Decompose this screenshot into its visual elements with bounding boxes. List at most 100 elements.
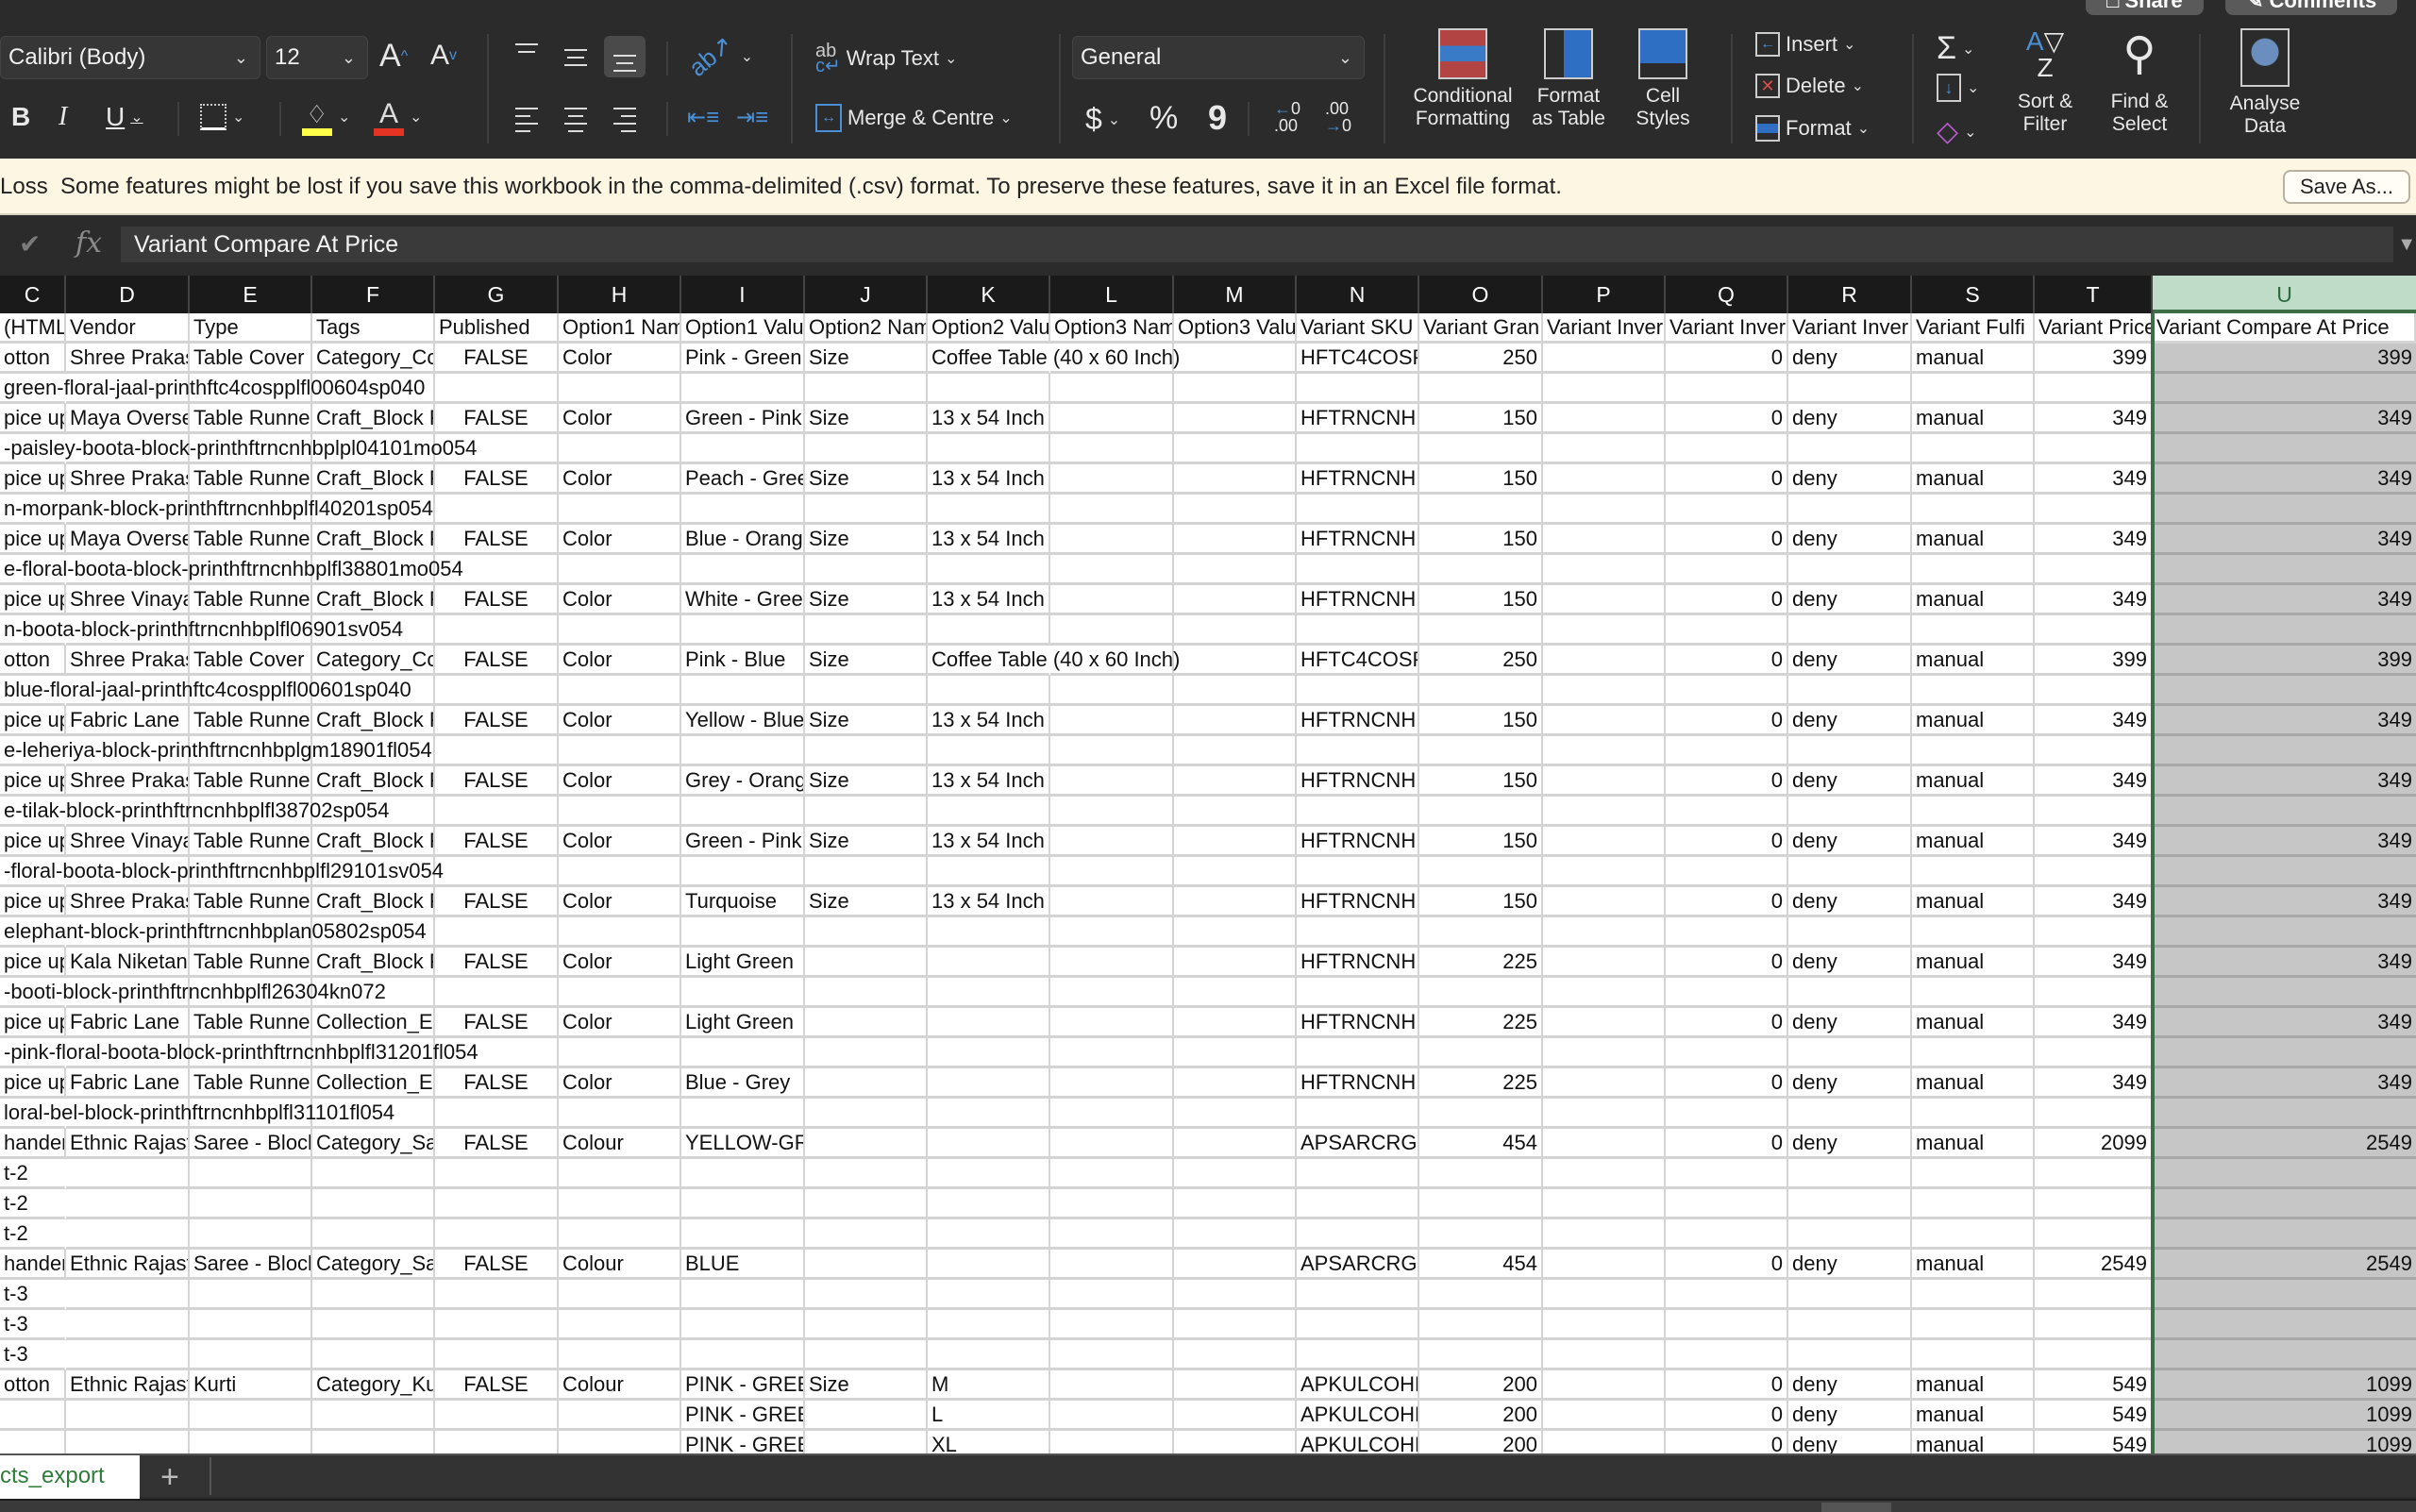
cell-r6[interactable]: deny [1788, 464, 1912, 495]
decrease-decimal-button[interactable]: .00 →0 [1325, 100, 1351, 134]
cell-s20[interactable]: manual [1912, 887, 2035, 917]
cell-t10[interactable]: 349 [2035, 585, 2153, 615]
align-middle-button[interactable] [555, 36, 596, 77]
wrap-text-button[interactable]: ab c↵ Wrap Text ⌄ [815, 42, 957, 76]
cell-n18[interactable]: HFTRNCNHB [1297, 827, 1419, 857]
cell-u28[interactable]: 2549 [2153, 1129, 2416, 1159]
cell-e26[interactable]: Table Runne [190, 1068, 312, 1099]
cell-f14[interactable]: Craft_Block F [312, 706, 435, 736]
cell-h6[interactable]: Color [559, 464, 681, 495]
cell-c2[interactable]: otton [0, 344, 66, 374]
percent-button[interactable]: % [1149, 100, 1178, 137]
cell-q34[interactable] [1666, 1310, 1788, 1340]
cell-u25[interactable] [2153, 1038, 2416, 1068]
cell-n2[interactable]: HFTC4COSPP [1297, 344, 1419, 374]
cell-k15[interactable] [928, 736, 1050, 766]
cell-f30[interactable] [312, 1189, 435, 1219]
cell-h8[interactable]: Color [559, 525, 681, 555]
cell-f34[interactable] [312, 1310, 435, 1340]
cell-l32[interactable] [1050, 1250, 1174, 1280]
cell-p23[interactable] [1543, 978, 1666, 1008]
cell-c25[interactable]: -pink-floral-boota-block-printhftrncnhbp… [0, 1038, 478, 1068]
cell-o11[interactable] [1419, 615, 1543, 646]
column-header-g[interactable]: G [435, 276, 559, 313]
cell-m21[interactable] [1174, 917, 1297, 948]
cell-i35[interactable] [681, 1340, 805, 1370]
cell-j2[interactable]: Size [805, 344, 928, 374]
cell-o12[interactable]: 250 [1419, 646, 1543, 676]
cell-n22[interactable]: HFTRNCNHB [1297, 948, 1419, 978]
cell-g13[interactable] [435, 676, 559, 706]
add-sheet-button[interactable]: + [160, 1459, 179, 1496]
cell-m16[interactable] [1174, 766, 1297, 797]
cell-m9[interactable] [1174, 555, 1297, 585]
cell-e29[interactable] [190, 1159, 312, 1189]
cell-d29[interactable] [66, 1159, 190, 1189]
cell-c7[interactable]: n-morpank-block-printhftrncnhbplfl40201s… [0, 495, 433, 525]
number-format-dropdown[interactable]: General ⌄ [1072, 36, 1365, 79]
cell-e22[interactable]: Table Runne [190, 948, 312, 978]
cell-q4[interactable]: 0 [1666, 404, 1788, 434]
cell-d18[interactable]: Shree Vinaya [66, 827, 190, 857]
cell-s2[interactable]: manual [1912, 344, 2035, 374]
cell-q30[interactable] [1666, 1189, 1788, 1219]
column-header-m[interactable]: M [1174, 276, 1297, 313]
cell-o10[interactable]: 150 [1419, 585, 1543, 615]
cell-r18[interactable]: deny [1788, 827, 1912, 857]
cell-t38[interactable]: 549 [2035, 1431, 2153, 1453]
cell-s6[interactable]: manual [1912, 464, 2035, 495]
cell-l29[interactable] [1050, 1159, 1174, 1189]
cell-q18[interactable]: 0 [1666, 827, 1788, 857]
cell-n29[interactable] [1297, 1159, 1419, 1189]
cell-m38[interactable] [1174, 1431, 1297, 1453]
cell-h28[interactable]: Colour [559, 1129, 681, 1159]
cell-n9[interactable] [1297, 555, 1419, 585]
cell-i20[interactable]: Turquoise [681, 887, 805, 917]
cell-f35[interactable] [312, 1340, 435, 1370]
cell-u13[interactable] [2153, 676, 2416, 706]
cell-i18[interactable]: Green - Pink [681, 827, 805, 857]
cell-k16[interactable]: 13 x 54 Inch [928, 766, 1050, 797]
fill-color-button[interactable]: ♢ ⌄ [302, 98, 350, 136]
cell-o16[interactable]: 150 [1419, 766, 1543, 797]
cell-q5[interactable] [1666, 434, 1788, 464]
cell-n25[interactable] [1297, 1038, 1419, 1068]
cell-p9[interactable] [1543, 555, 1666, 585]
cell-n13[interactable] [1297, 676, 1419, 706]
cell-h21[interactable] [559, 917, 681, 948]
cell-s34[interactable] [1912, 1310, 2035, 1340]
cell-j29[interactable] [805, 1159, 928, 1189]
cell-r21[interactable] [1788, 917, 1912, 948]
column-header-e[interactable]: E [190, 276, 312, 313]
cell-k17[interactable] [928, 797, 1050, 827]
cell-m20[interactable] [1174, 887, 1297, 917]
cell-u15[interactable] [2153, 736, 2416, 766]
cell-s18[interactable]: manual [1912, 827, 2035, 857]
cell-k18[interactable]: 13 x 54 Inch [928, 827, 1050, 857]
cell-u4[interactable]: 349 [2153, 404, 2416, 434]
delete-cells-button[interactable]: ✕ Delete ⌄ [1755, 74, 1864, 98]
cell-r16[interactable]: deny [1788, 766, 1912, 797]
cell-h25[interactable] [559, 1038, 681, 1068]
cell-r30[interactable] [1788, 1189, 1912, 1219]
cell-u23[interactable] [2153, 978, 2416, 1008]
expand-formula-bar-icon[interactable]: ▼ [2397, 234, 2416, 256]
cell-l22[interactable] [1050, 948, 1174, 978]
cell-o31[interactable] [1419, 1219, 1543, 1250]
cell-q13[interactable] [1666, 676, 1788, 706]
cell-f16[interactable]: Craft_Block F [312, 766, 435, 797]
cell-o34[interactable] [1419, 1310, 1543, 1340]
cell-r38[interactable]: deny [1788, 1431, 1912, 1453]
cell-d22[interactable]: Kala Niketan [66, 948, 190, 978]
cell-p38[interactable] [1543, 1431, 1666, 1453]
cell-o3[interactable] [1419, 374, 1543, 404]
cell-g31[interactable] [435, 1219, 559, 1250]
cell-s38[interactable]: manual [1912, 1431, 2035, 1453]
cell-g26[interactable]: FALSE [435, 1068, 559, 1099]
cell-g16[interactable]: FALSE [435, 766, 559, 797]
cell-c22[interactable]: pice up [0, 948, 66, 978]
column-header-q[interactable]: Q [1666, 276, 1788, 313]
cell-m35[interactable] [1174, 1340, 1297, 1370]
cell-i7[interactable] [681, 495, 805, 525]
cell-j12[interactable]: Size [805, 646, 928, 676]
